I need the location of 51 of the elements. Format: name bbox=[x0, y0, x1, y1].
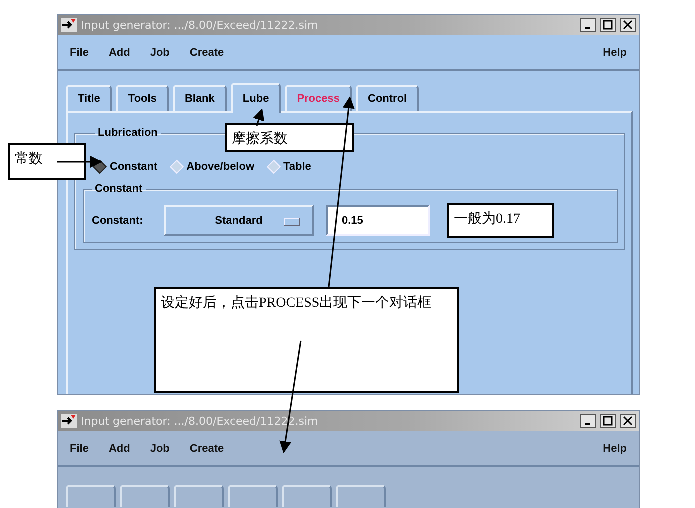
close-icon bbox=[623, 20, 633, 30]
radio-option[interactable]: Above/below bbox=[172, 161, 255, 173]
help-menu[interactable]: Help bbox=[603, 443, 627, 455]
help-menu[interactable]: Help bbox=[603, 47, 627, 59]
input-field[interactable]: 0.15 bbox=[326, 205, 430, 236]
arrow bbox=[253, 108, 265, 126]
callout-text: 设定好后，点击PROCESS出现下一个对话框 bbox=[154, 287, 459, 393]
radio-label: Table bbox=[284, 161, 312, 173]
radio-label: Constant bbox=[110, 161, 158, 173]
tab[interactable]: Lube bbox=[230, 83, 282, 113]
minimize-button[interactable] bbox=[580, 18, 596, 32]
maximize-button[interactable] bbox=[600, 18, 616, 32]
radio-option[interactable]: Constant bbox=[95, 161, 158, 173]
close-button[interactable] bbox=[620, 414, 636, 428]
maximize-icon bbox=[603, 416, 613, 426]
dropdown[interactable]: Standard bbox=[164, 205, 314, 236]
field-label: Constant: bbox=[92, 214, 144, 226]
window-title: Input generator: .../8.00/Exceed/11222.sim bbox=[81, 18, 320, 32]
callout-text: 一般为0.17 bbox=[447, 203, 554, 238]
app-icon bbox=[61, 414, 77, 428]
tab[interactable] bbox=[228, 485, 278, 507]
menu-item[interactable]: Add bbox=[108, 443, 130, 455]
close-button[interactable] bbox=[620, 18, 636, 32]
tab[interactable]: Tools bbox=[116, 85, 169, 111]
tab[interactable] bbox=[336, 485, 386, 507]
callout-text: 摩擦系数 bbox=[225, 123, 354, 152]
menu-item[interactable]: Job bbox=[150, 47, 170, 59]
menu-item[interactable]: File bbox=[70, 443, 89, 455]
callout-text: 常数 bbox=[8, 143, 86, 180]
tab[interactable] bbox=[120, 485, 170, 507]
maximize-button[interactable] bbox=[600, 414, 616, 428]
group-title: Lubrication bbox=[97, 127, 159, 139]
tab[interactable] bbox=[282, 485, 332, 507]
tab[interactable] bbox=[174, 485, 224, 507]
maximize-icon bbox=[603, 20, 613, 30]
menu-item[interactable]: File bbox=[70, 47, 89, 59]
tab[interactable]: Control bbox=[356, 85, 420, 111]
arrow bbox=[57, 156, 102, 168]
menu-item[interactable]: Create bbox=[190, 47, 224, 59]
group-title: Constant bbox=[94, 183, 144, 195]
app-icon bbox=[61, 18, 77, 32]
radio-label: Above/below bbox=[186, 161, 255, 173]
tab[interactable]: Blank bbox=[172, 85, 227, 111]
tab[interactable]: Title bbox=[66, 85, 112, 111]
menu-item[interactable]: Add bbox=[108, 47, 130, 59]
close-icon bbox=[623, 416, 633, 426]
radio-option[interactable]: Table bbox=[268, 161, 312, 173]
minimize-button[interactable] bbox=[580, 414, 596, 428]
menu-item[interactable]: Job bbox=[150, 443, 170, 455]
tab[interactable] bbox=[66, 485, 116, 507]
menu-item[interactable]: Create bbox=[190, 443, 224, 455]
